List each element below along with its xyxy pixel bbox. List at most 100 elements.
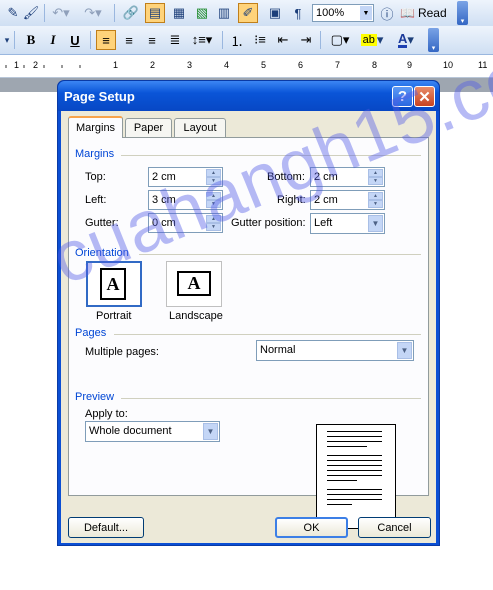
tab-margins[interactable]: Margins (68, 116, 123, 138)
align-center-icon[interactable]: ≡ (120, 30, 138, 50)
top-margin-spinner[interactable]: 2 cm ▲ ▼ (148, 167, 223, 187)
spin-down-icon[interactable]: ▼ (368, 200, 383, 208)
align-right-icon[interactable]: ≡ (143, 30, 161, 50)
left-margin-spinner[interactable]: 3 cm ▲ ▼ (148, 190, 223, 210)
read-button[interactable]: 📖 Read (400, 3, 454, 23)
dialog-titlebar[interactable]: Page Setup ? ✕ (58, 81, 439, 111)
zoom-combo[interactable]: 100% ▼ (312, 4, 374, 22)
ruler-tick-label: 9 (407, 60, 413, 70)
format-painter-icon[interactable]: ✎ (4, 3, 22, 23)
spin-up-icon[interactable]: ▲ (206, 215, 221, 223)
spin-up-icon[interactable]: ▲ (368, 169, 383, 177)
toolbar-options-icon[interactable]: ▾ (428, 28, 439, 52)
bottom-margin-value: 2 cm (314, 171, 338, 183)
gutter-label: Gutter: (85, 217, 119, 229)
read-label: Read (417, 6, 447, 20)
line-spacing-icon[interactable]: ↕≡▾ (188, 30, 216, 50)
top-margin-value: 2 cm (152, 171, 176, 183)
bold-button[interactable]: B (22, 30, 40, 50)
gutter-position-select[interactable]: Left ▼ (310, 213, 385, 234)
multiple-pages-select[interactable]: Normal ▼ (256, 340, 414, 361)
toolbar-separator (320, 31, 321, 49)
tab-paper[interactable]: Paper (125, 118, 172, 137)
multiple-pages-label: Multiple pages: (85, 346, 159, 358)
portrait-label: Portrait (96, 310, 132, 322)
italic-button[interactable]: I (44, 30, 62, 50)
cancel-button[interactable]: Cancel (358, 517, 431, 538)
toolbar-options-icon[interactable]: ▾ (457, 1, 468, 25)
bullets-icon[interactable]: ⁝≡ (251, 30, 269, 50)
landscape-icon: A (177, 271, 211, 296)
decrease-indent-icon[interactable]: ⇤ (274, 30, 292, 50)
zoom-value: 100% (316, 7, 345, 19)
ruler-tick-label: 1 (113, 60, 119, 70)
ok-button[interactable]: OK (275, 517, 348, 538)
toolbar-separator (44, 4, 45, 22)
spin-down-icon[interactable]: ▼ (206, 200, 221, 208)
ruler-tick-label: 11 (478, 60, 488, 70)
bottom-margin-spinner[interactable]: 2 cm ▲ ▼ (310, 167, 385, 187)
chevron-down-icon[interactable]: ▾ (2, 30, 12, 50)
tab-layout[interactable]: Layout (174, 118, 226, 137)
spin-down-icon[interactable]: ▼ (368, 177, 383, 185)
ruler-tick-label: 6 (298, 60, 304, 70)
gutter-position-value: Left (314, 217, 333, 229)
group-divider (114, 334, 421, 335)
spin-up-icon[interactable]: ▲ (206, 192, 221, 200)
underline-button[interactable]: U (66, 30, 84, 50)
undo-icon[interactable]: ↶▾ (50, 3, 72, 23)
columns-icon[interactable]: ▥ (215, 3, 233, 23)
numbering-icon[interactable]: ⒈ (228, 30, 246, 50)
ruler-tick-label: 2 (150, 60, 156, 70)
insert-table-icon[interactable]: ▦ (170, 3, 188, 23)
group-divider (139, 254, 421, 255)
tables-borders-icon[interactable]: ▤ (145, 3, 165, 23)
bottom-label: Bottom: (267, 171, 305, 183)
orientation-group-label: Orientation (75, 247, 129, 259)
highlight-icon[interactable]: ab ▾ (358, 30, 386, 50)
document-map-icon[interactable]: ▣ (266, 3, 284, 23)
paintbrush-icon[interactable]: 🖌 (22, 3, 40, 23)
apply-to-select[interactable]: Whole document ▼ (85, 421, 220, 442)
spin-down-icon[interactable]: ▼ (206, 177, 221, 185)
tab-panel: Margins Top: 2 cm ▲ ▼ Bottom: 2 cm ▲ ▼ Lef… (68, 137, 429, 529)
insert-excel-icon[interactable]: ▧ (193, 3, 211, 23)
spin-up-icon[interactable]: ▲ (368, 192, 383, 200)
portrait-icon: A (100, 268, 126, 300)
left-label: Left: (85, 194, 107, 206)
gutter-value: 0 cm (152, 217, 176, 229)
borders-icon[interactable]: ▢▾ (326, 30, 354, 50)
help-button[interactable]: ? (392, 86, 413, 107)
justify-icon[interactable]: ≣ (166, 30, 184, 50)
read-icon: 📖 (400, 6, 415, 20)
ruler-tick-label: 10 (443, 60, 454, 70)
landscape-option[interactable]: A (166, 261, 222, 307)
gutter-spinner[interactable]: 0 cm ▲ ▼ (148, 213, 223, 233)
gutter-position-label: Gutter position: (231, 217, 306, 229)
font-color-button[interactable]: A ▾ (392, 30, 420, 50)
group-divider (121, 398, 421, 399)
apply-to-label: Apply to: (85, 408, 128, 420)
horizontal-ruler[interactable]: 1 2 1 2 3 4 5 6 7 8 9 10 11 (0, 55, 493, 78)
chevron-down-icon: ▼ (368, 215, 383, 232)
preview-group-label: Preview (75, 391, 115, 403)
hyperlink-icon[interactable]: 🔗 (122, 3, 140, 23)
default-button[interactable]: Default... (68, 517, 144, 538)
toolbar-separator (14, 31, 15, 49)
portrait-option[interactable]: A (86, 261, 142, 307)
close-button[interactable]: ✕ (414, 86, 435, 107)
increase-indent-icon[interactable]: ⇥ (297, 30, 315, 50)
drawing-icon[interactable]: ✐ (238, 3, 258, 23)
spin-up-icon[interactable]: ▲ (206, 169, 221, 177)
align-left-icon[interactable]: ≡ (96, 30, 116, 50)
dialog-title: Page Setup (64, 89, 135, 104)
pages-group-label: Pages (75, 327, 107, 339)
redo-icon[interactable]: ↷▾ (82, 3, 104, 23)
right-label: Right: (277, 194, 306, 206)
show-hide-icon[interactable]: ¶ (290, 3, 306, 23)
help-icon[interactable]: ⓘ (378, 3, 396, 23)
right-margin-spinner[interactable]: 2 cm ▲ ▼ (310, 190, 385, 210)
spin-down-icon[interactable]: ▼ (206, 223, 221, 231)
dialog-client: Margins Paper Layout Margins Top: 2 cm ▲… (61, 111, 436, 543)
chevron-down-icon: ▼ (360, 6, 372, 20)
